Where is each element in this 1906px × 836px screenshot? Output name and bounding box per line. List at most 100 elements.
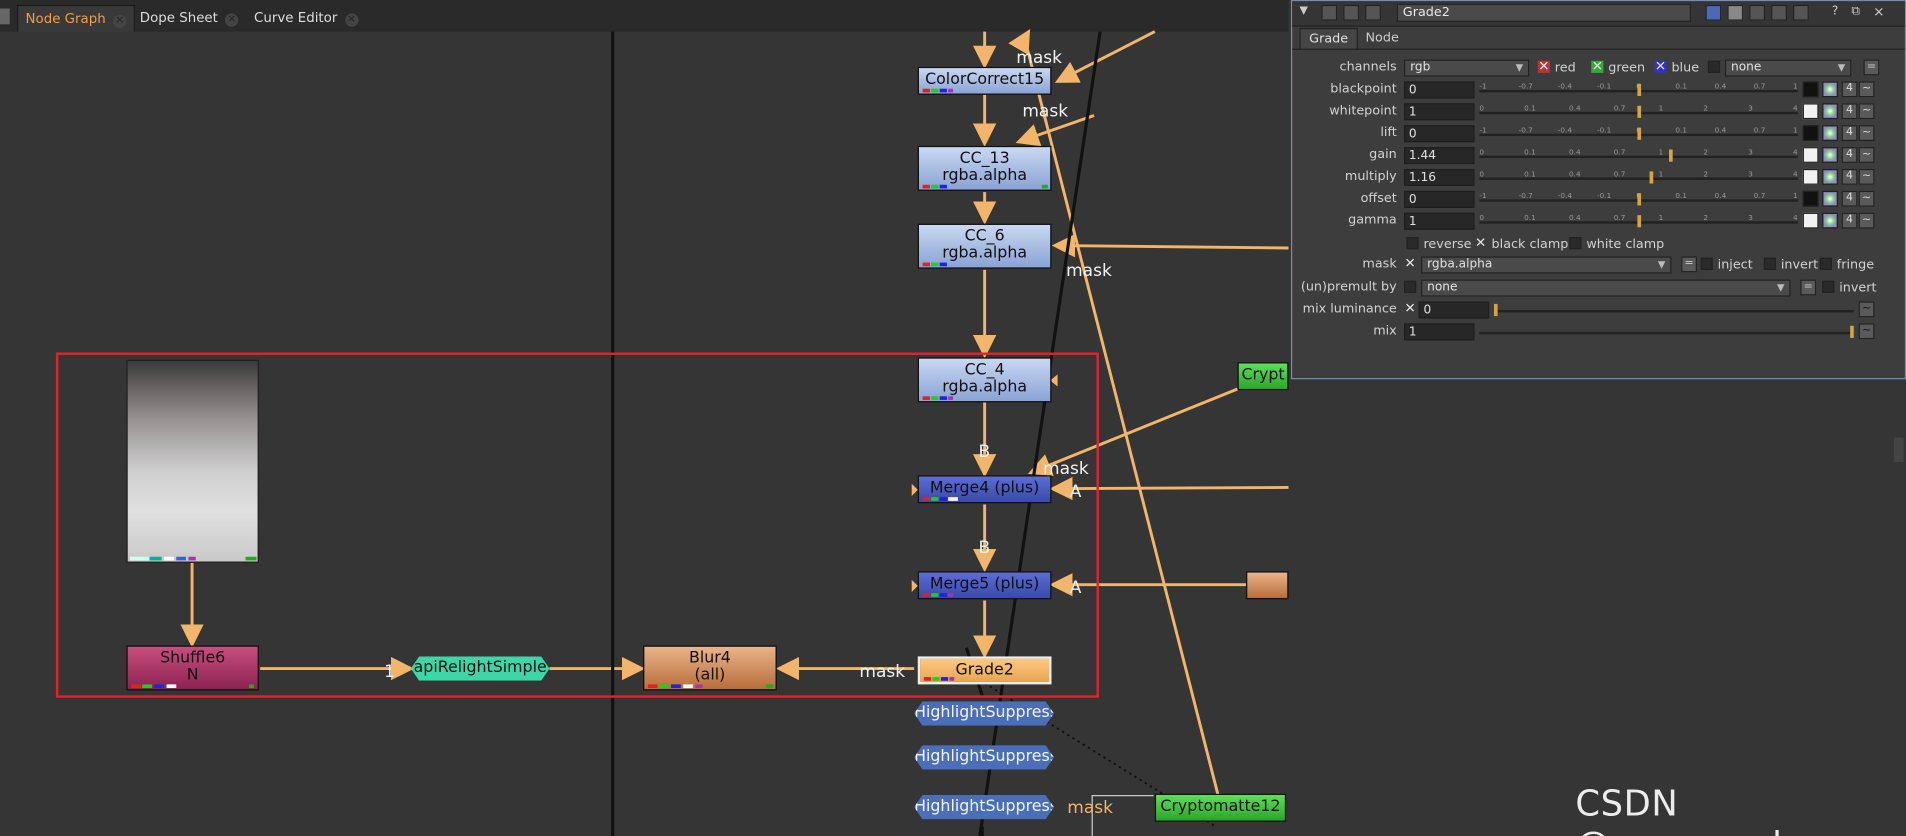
whitepoint-slider[interactable]: 0 0.1 0.4 0.7 1 2 3 4	[1479, 103, 1798, 120]
color-wheel-icon[interactable]	[1822, 147, 1838, 163]
mix-input[interactable]: 1	[1404, 323, 1475, 341]
blue-checkbox[interactable]: ✕	[1654, 60, 1667, 73]
inject-checkbox[interactable]	[1700, 257, 1713, 270]
animation-curve-icon[interactable]: ~	[1858, 103, 1875, 120]
color-swatch-icon[interactable]	[1802, 81, 1819, 98]
alpha-channel-select[interactable]: none ▼	[1724, 59, 1852, 77]
gain-slider[interactable]: 0 0.1 0.4 0.7 1 2 3 4	[1479, 147, 1798, 164]
invert-checkbox[interactable]	[1763, 257, 1776, 270]
white-clamp-checkbox[interactable]	[1569, 237, 1582, 250]
node-cryptomatte12[interactable]: Cryptomatte12	[1154, 793, 1287, 822]
black-clamp-checkbox[interactable]: ✕	[1475, 236, 1487, 249]
animation-curve-icon[interactable]: ~	[1858, 301, 1875, 318]
mix-luminance-slider[interactable]	[1493, 301, 1854, 318]
node-name-field[interactable]: Grade2	[1396, 3, 1691, 22]
param-label: offset	[1360, 190, 1397, 206]
channel-split-button[interactable]: 4	[1841, 168, 1858, 185]
animation-curve-icon[interactable]: ~	[1858, 168, 1875, 185]
collapse-triangle-icon[interactable]: ▼	[1299, 5, 1307, 17]
viewer-icon[interactable]	[1321, 4, 1338, 21]
edge-label-mask: mask	[1022, 102, 1069, 122]
node-icon[interactable]	[1343, 4, 1360, 21]
edit-icon[interactable]	[1727, 4, 1744, 21]
animation-curve-icon[interactable]: ~	[1858, 125, 1875, 142]
animation-curve-icon[interactable]: ~	[1858, 190, 1875, 207]
multiply-input[interactable]: 1.16	[1404, 168, 1475, 186]
channel-split-button[interactable]: 4	[1841, 212, 1858, 229]
channels-select[interactable]: rgb ▼	[1404, 59, 1530, 77]
row-clamps: reverse ✕ black clamp white clamp	[1292, 236, 1905, 255]
color-wheel-icon[interactable]	[1822, 212, 1838, 229]
offset-slider[interactable]: -1-0.7-0.4-0.100.10.40.71	[1479, 191, 1798, 208]
tools-icon[interactable]	[1365, 4, 1381, 21]
node-orange-partial[interactable]	[1245, 571, 1289, 600]
channel-split-button[interactable]: 4	[1841, 190, 1858, 207]
animation-curve-icon[interactable]: ~	[1858, 81, 1875, 98]
blackpoint-slider[interactable]: -1-0.7-0.4-0.100.10.40.71	[1479, 81, 1798, 98]
channel-split-button[interactable]: 4	[1841, 81, 1858, 98]
color-swatch-icon[interactable]	[1802, 190, 1819, 207]
gamma-slider[interactable]: 0 0.1 0.4 0.7 1 2 3 4	[1479, 213, 1798, 230]
whitepoint-input[interactable]: 1	[1404, 103, 1475, 121]
node-cc-13[interactable]: CC_13 rgba.alpha	[917, 145, 1052, 191]
offset-input[interactable]: 0	[1404, 190, 1475, 208]
node-colorcorrect15[interactable]: ColorCorrect15	[917, 66, 1052, 95]
channel-split-button[interactable]: 4	[1841, 147, 1858, 163]
close-icon[interactable]: ×	[1873, 4, 1884, 20]
blackpoint-input[interactable]: 0	[1404, 81, 1475, 99]
node-highlightsuppress5[interactable]: HighlightSuppress5	[914, 795, 1054, 820]
color-wheel-icon[interactable]	[1822, 190, 1838, 207]
color-picker-icon[interactable]	[1705, 4, 1722, 21]
mask-checkbox[interactable]: ✕	[1404, 256, 1416, 270]
animation-curve-icon[interactable]: ~	[1858, 147, 1875, 163]
premult-checkbox[interactable]	[1404, 280, 1417, 293]
multiply-slider[interactable]: 0 0.1 0.4 0.7 1 2 3 4	[1479, 169, 1798, 186]
premult-select[interactable]: none ▼	[1421, 279, 1791, 297]
link-button[interactable]: =	[1863, 59, 1880, 76]
mask-link-button[interactable]: =	[1681, 256, 1697, 273]
animation-curve-icon[interactable]: ~	[1858, 323, 1875, 340]
reverse-checkbox[interactable]	[1406, 237, 1419, 250]
undo-icon[interactable]	[1749, 4, 1766, 21]
row-gain: gain 1.44 0 0.1 0.4 0.7 1 2 3 4 4 ~	[1292, 147, 1905, 166]
node-cryptomatte-partial[interactable]: Crypt	[1237, 362, 1289, 391]
color-wheel-icon[interactable]	[1822, 125, 1838, 142]
row-whitepoint: whitepoint 1 0 0.1 0.4 0.7 1 2 3 4 4 ~	[1292, 103, 1905, 122]
green-checkbox[interactable]: ✕	[1591, 60, 1604, 73]
alpha-checkbox[interactable]	[1707, 60, 1721, 73]
premult-link-button[interactable]: =	[1800, 279, 1817, 296]
app-window: Node Graph× Dope Sheet× Curve Editor×	[0, 0, 1906, 836]
color-swatch-icon[interactable]	[1802, 168, 1819, 185]
gamma-input[interactable]: 1	[1404, 212, 1475, 230]
color-swatch-icon[interactable]	[1802, 103, 1819, 120]
mix-luminance-input[interactable]: 0	[1418, 301, 1490, 319]
revert-icon[interactable]	[1793, 4, 1809, 21]
invert2-checkbox[interactable]	[1822, 280, 1835, 293]
color-swatch-icon[interactable]	[1802, 147, 1819, 163]
node-cc-6[interactable]: CC_6 rgba.alpha	[917, 223, 1052, 269]
scroll-grip[interactable]	[1893, 437, 1904, 462]
node-highlightsuppress4[interactable]: HighlightSuppress4	[914, 745, 1054, 770]
channel-split-button[interactable]: 4	[1841, 125, 1858, 142]
mix-slider[interactable]	[1479, 323, 1854, 340]
lift-slider[interactable]: -1-0.7-0.4-0.100.10.40.71	[1479, 125, 1798, 142]
gain-input[interactable]: 1.44	[1404, 147, 1475, 165]
color-wheel-icon[interactable]	[1822, 81, 1838, 98]
animation-curve-icon[interactable]: ~	[1858, 212, 1875, 229]
color-swatch-icon[interactable]	[1802, 212, 1819, 229]
mask-select[interactable]: rgba.alpha ▼	[1421, 256, 1672, 274]
color-wheel-icon[interactable]	[1822, 168, 1838, 185]
float-icon[interactable]: ⧉	[1851, 5, 1860, 18]
lift-input[interactable]: 0	[1404, 125, 1475, 143]
color-swatch-icon[interactable]	[1802, 125, 1819, 142]
color-wheel-icon[interactable]	[1822, 103, 1838, 120]
tab-node[interactable]: Node	[1358, 28, 1407, 49]
tab-grade[interactable]: Grade	[1299, 27, 1358, 50]
help-icon[interactable]: ?	[1832, 5, 1838, 18]
node-highlightsuppress1[interactable]: HighlightSuppress1	[914, 701, 1054, 726]
red-checkbox[interactable]: ✕	[1537, 60, 1550, 73]
fringe-checkbox[interactable]	[1819, 257, 1832, 270]
mix-luminance-checkbox[interactable]: ✕	[1404, 301, 1416, 315]
redo-icon[interactable]	[1771, 4, 1787, 21]
channel-split-button[interactable]: 4	[1841, 103, 1858, 120]
